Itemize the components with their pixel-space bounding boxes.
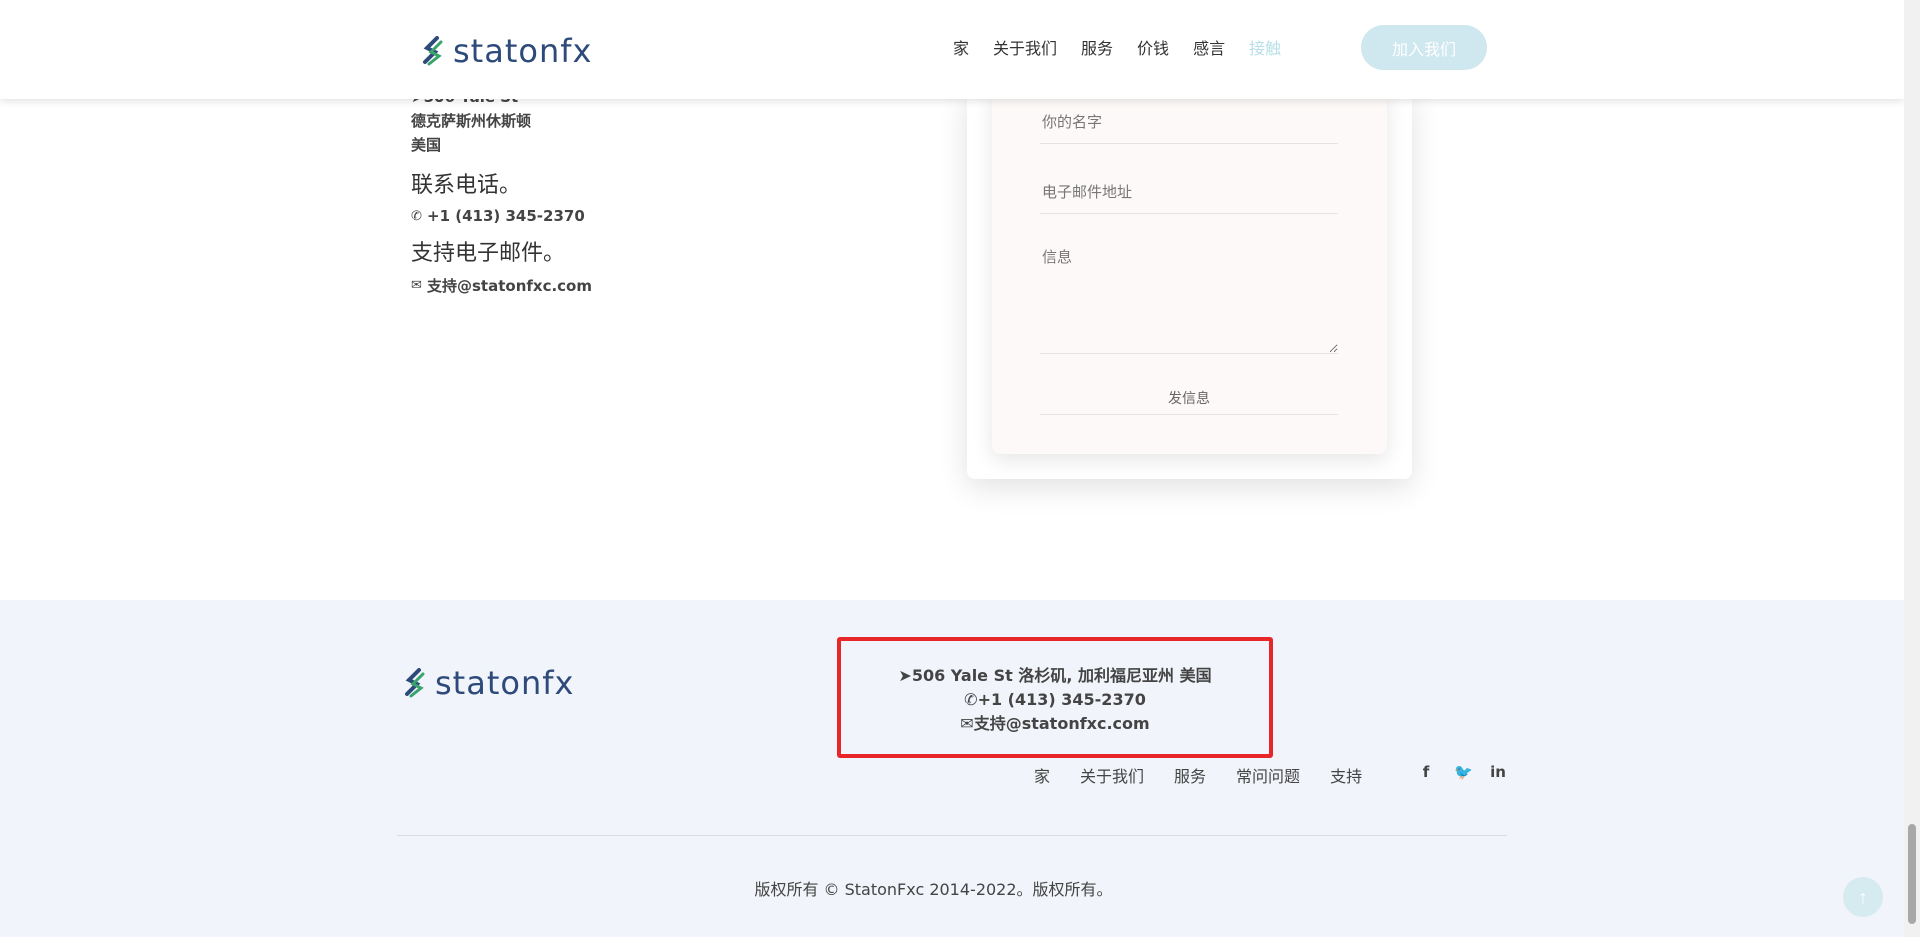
nav-contact[interactable]: 接触 [1249, 35, 1281, 59]
phone-icon: ✆ [411, 208, 422, 224]
logo-text: statonfx [435, 664, 575, 702]
statonfx-logo-icon [403, 668, 429, 698]
location-arrow-icon: ➤ [898, 666, 912, 685]
footer-phone: ✆+1 (413) 345-2370 [964, 690, 1146, 709]
footer-email[interactable]: ✉支持@statonfxc.com [837, 712, 1273, 736]
twitter-icon[interactable]: 🐦 [1454, 763, 1473, 781]
page-scrollbar[interactable] [1904, 0, 1920, 937]
nav-testimonials[interactable]: 感言 [1193, 35, 1225, 59]
contact-phone: ✆ +1 (413) 345-2370 [411, 207, 585, 225]
contact-form-container: 发信息 [967, 90, 1412, 479]
nav-home[interactable]: 家 [953, 35, 969, 59]
statonfx-logo-icon [421, 36, 447, 66]
facebook-icon[interactable]: f [1418, 763, 1434, 781]
linkedin-icon[interactable]: in [1490, 763, 1506, 781]
copyright-text: 版权所有 © StatonFxc 2014-2022。版权所有。 [754, 880, 1113, 899]
footer-nav-support[interactable]: 支持 [1330, 763, 1362, 787]
join-us-button[interactable]: 加入我们 [1361, 25, 1487, 70]
email-heading: 支持电子邮件。 [411, 241, 566, 266]
footer-nav: 家 关于我们 服务 常问问题 支持 [1034, 763, 1392, 787]
footer-logo[interactable]: statonfx [403, 664, 574, 702]
footer-contact: ➤506 Yale St 洛杉矶, 加利福尼亚州 美国 ✆+1 (413) 34… [837, 664, 1273, 736]
name-input[interactable] [1040, 100, 1338, 144]
header-logo[interactable]: statonfx [421, 32, 592, 70]
message-textarea[interactable] [1040, 240, 1338, 354]
envelope-icon: ✉ [411, 278, 422, 293]
site-footer: statonfx ➤506 Yale St 洛杉矶, 加利福尼亚州 美国 ✆+1… [0, 600, 1904, 937]
footer-nav-home[interactable]: 家 [1034, 763, 1050, 787]
footer-address: ➤506 Yale St 洛杉矶, 加利福尼亚州 美国 [898, 666, 1212, 685]
main-nav: 家 关于我们 服务 价钱 感言 接触 [953, 24, 1305, 70]
address-line-city: 德克萨斯州休斯顿 [411, 112, 532, 130]
footer-divider [397, 835, 1507, 836]
phone-heading: 联系电话。 [411, 173, 522, 198]
footer-nav-services[interactable]: 服务 [1174, 763, 1206, 787]
arrow-up-icon: ↑ [1858, 886, 1868, 907]
phone-icon: ✆ [964, 690, 978, 709]
scroll-to-top-button[interactable]: ↑ [1843, 877, 1883, 917]
contact-form: 发信息 [992, 90, 1387, 454]
address-line-country: 美国 [411, 136, 442, 154]
contact-email[interactable]: ✉ 支持@statonfxc.com [411, 275, 592, 296]
site-header: statonfx 家 关于我们 服务 价钱 感言 接触 加入我们 [0, 0, 1904, 99]
nav-about[interactable]: 关于我们 [993, 35, 1057, 59]
scrollbar-thumb[interactable] [1908, 824, 1916, 924]
envelope-icon: ✉ [960, 714, 974, 733]
footer-nav-faq[interactable]: 常问问题 [1236, 763, 1300, 787]
logo-text: statonfx [453, 32, 593, 70]
send-message-button[interactable]: 发信息 [1040, 382, 1338, 415]
social-links: f 🐦 in [1418, 763, 1526, 781]
contact-info: ➤506 Yale St 德克萨斯州休斯顿 美国 联系电话。 ✆+1 (413)… [411, 88, 592, 296]
footer-nav-about[interactable]: 关于我们 [1080, 763, 1144, 787]
nav-pricing[interactable]: 价钱 [1137, 35, 1169, 59]
nav-services[interactable]: 服务 [1081, 35, 1113, 59]
email-input[interactable] [1040, 170, 1338, 214]
